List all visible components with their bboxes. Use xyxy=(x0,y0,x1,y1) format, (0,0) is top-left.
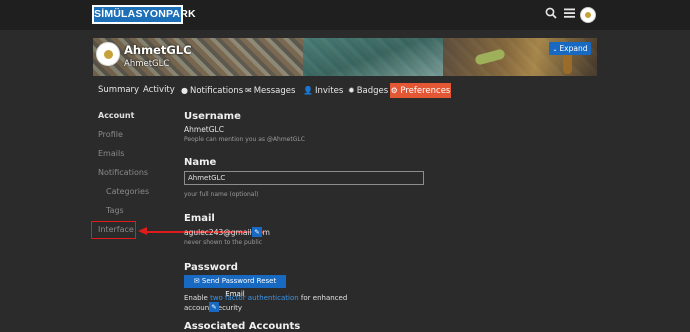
email-hint: never shown to the public xyxy=(184,239,263,246)
tab-summary[interactable]: Summary xyxy=(98,85,139,96)
two-factor-link[interactable]: two factor authentication xyxy=(210,294,299,302)
username-value: AhmetGLC xyxy=(184,125,224,134)
expand-label: Expand xyxy=(559,44,588,53)
sidebar-item-profile[interactable]: Profile xyxy=(98,130,123,139)
user-plus-icon: 👤 xyxy=(303,86,313,95)
site-logo[interactable]: SİMÜLASYONPARK xyxy=(92,5,196,24)
pencil-icon: ✎ xyxy=(211,303,217,311)
search-icon[interactable] xyxy=(545,7,557,23)
name-title: Name xyxy=(184,157,217,168)
banner-background-image xyxy=(303,38,443,76)
tab-label: Messages xyxy=(253,86,296,96)
username-hint: People can mention you as @AhmetGLC xyxy=(184,136,305,143)
annotation-arrow-head xyxy=(138,227,147,235)
tab-badges[interactable]: ✹ Badges xyxy=(348,85,388,97)
tab-label: Summary xyxy=(98,85,140,95)
profile-display-name: AhmetGLC xyxy=(124,59,170,69)
tab-activity[interactable]: Activity xyxy=(143,85,175,96)
tab-invites[interactable]: 👤 Invites xyxy=(303,85,343,97)
expand-button[interactable]: ⌄ Expand xyxy=(549,42,591,55)
tab-label: Activity xyxy=(143,85,175,95)
password-title: Password xyxy=(184,262,238,273)
sidebar-item-tags[interactable]: Tags xyxy=(106,206,124,215)
enable-two-factor-button[interactable]: ✎ xyxy=(209,302,219,312)
send-password-reset-button[interactable]: ✉ Send Password Reset Email xyxy=(184,275,286,298)
sidebar-item-categories[interactable]: Categories xyxy=(106,187,149,196)
tab-label: Notifications xyxy=(189,86,244,96)
associated-accounts-title: Associated Accounts xyxy=(184,321,301,332)
two-factor-prefix: Enable xyxy=(184,294,211,302)
tab-notifications[interactable]: ● Notifications xyxy=(181,85,243,97)
email-title: Email xyxy=(184,213,215,224)
name-hint: your full name (optional) xyxy=(184,191,259,198)
tab-preferences[interactable]: ⚙ Preferences xyxy=(390,83,451,98)
sidebar-item-emails[interactable]: Emails xyxy=(98,149,124,158)
sidebar-item-notifications[interactable]: Notifications xyxy=(98,168,148,177)
tab-label: Badges xyxy=(356,86,389,96)
username-title: Username xyxy=(184,111,241,122)
tab-label: Invites xyxy=(314,86,344,96)
name-input[interactable] xyxy=(184,171,424,185)
site-header: SİMÜLASYONPARK xyxy=(0,0,690,30)
sidebar-item-account[interactable]: Account xyxy=(98,111,134,120)
pencil-icon: ✎ xyxy=(254,228,260,236)
tab-label: Preferences xyxy=(400,86,451,96)
tab-messages[interactable]: ✉ Messages xyxy=(245,85,295,97)
chat-bubble-icon: ● xyxy=(181,86,188,95)
profile-username: AhmetGLC xyxy=(124,43,192,57)
gear-icon: ⚙ xyxy=(390,86,401,95)
profile-avatar[interactable] xyxy=(96,42,120,66)
edit-email-button[interactable]: ✎ xyxy=(252,227,262,237)
certificate-icon: ✹ xyxy=(348,86,355,95)
envelope-icon: ✉ xyxy=(193,277,202,285)
hamburger-menu-icon[interactable] xyxy=(564,7,576,23)
envelope-icon: ✉ xyxy=(245,86,252,95)
user-avatar[interactable] xyxy=(580,7,596,23)
annotation-highlight-box xyxy=(91,221,136,239)
